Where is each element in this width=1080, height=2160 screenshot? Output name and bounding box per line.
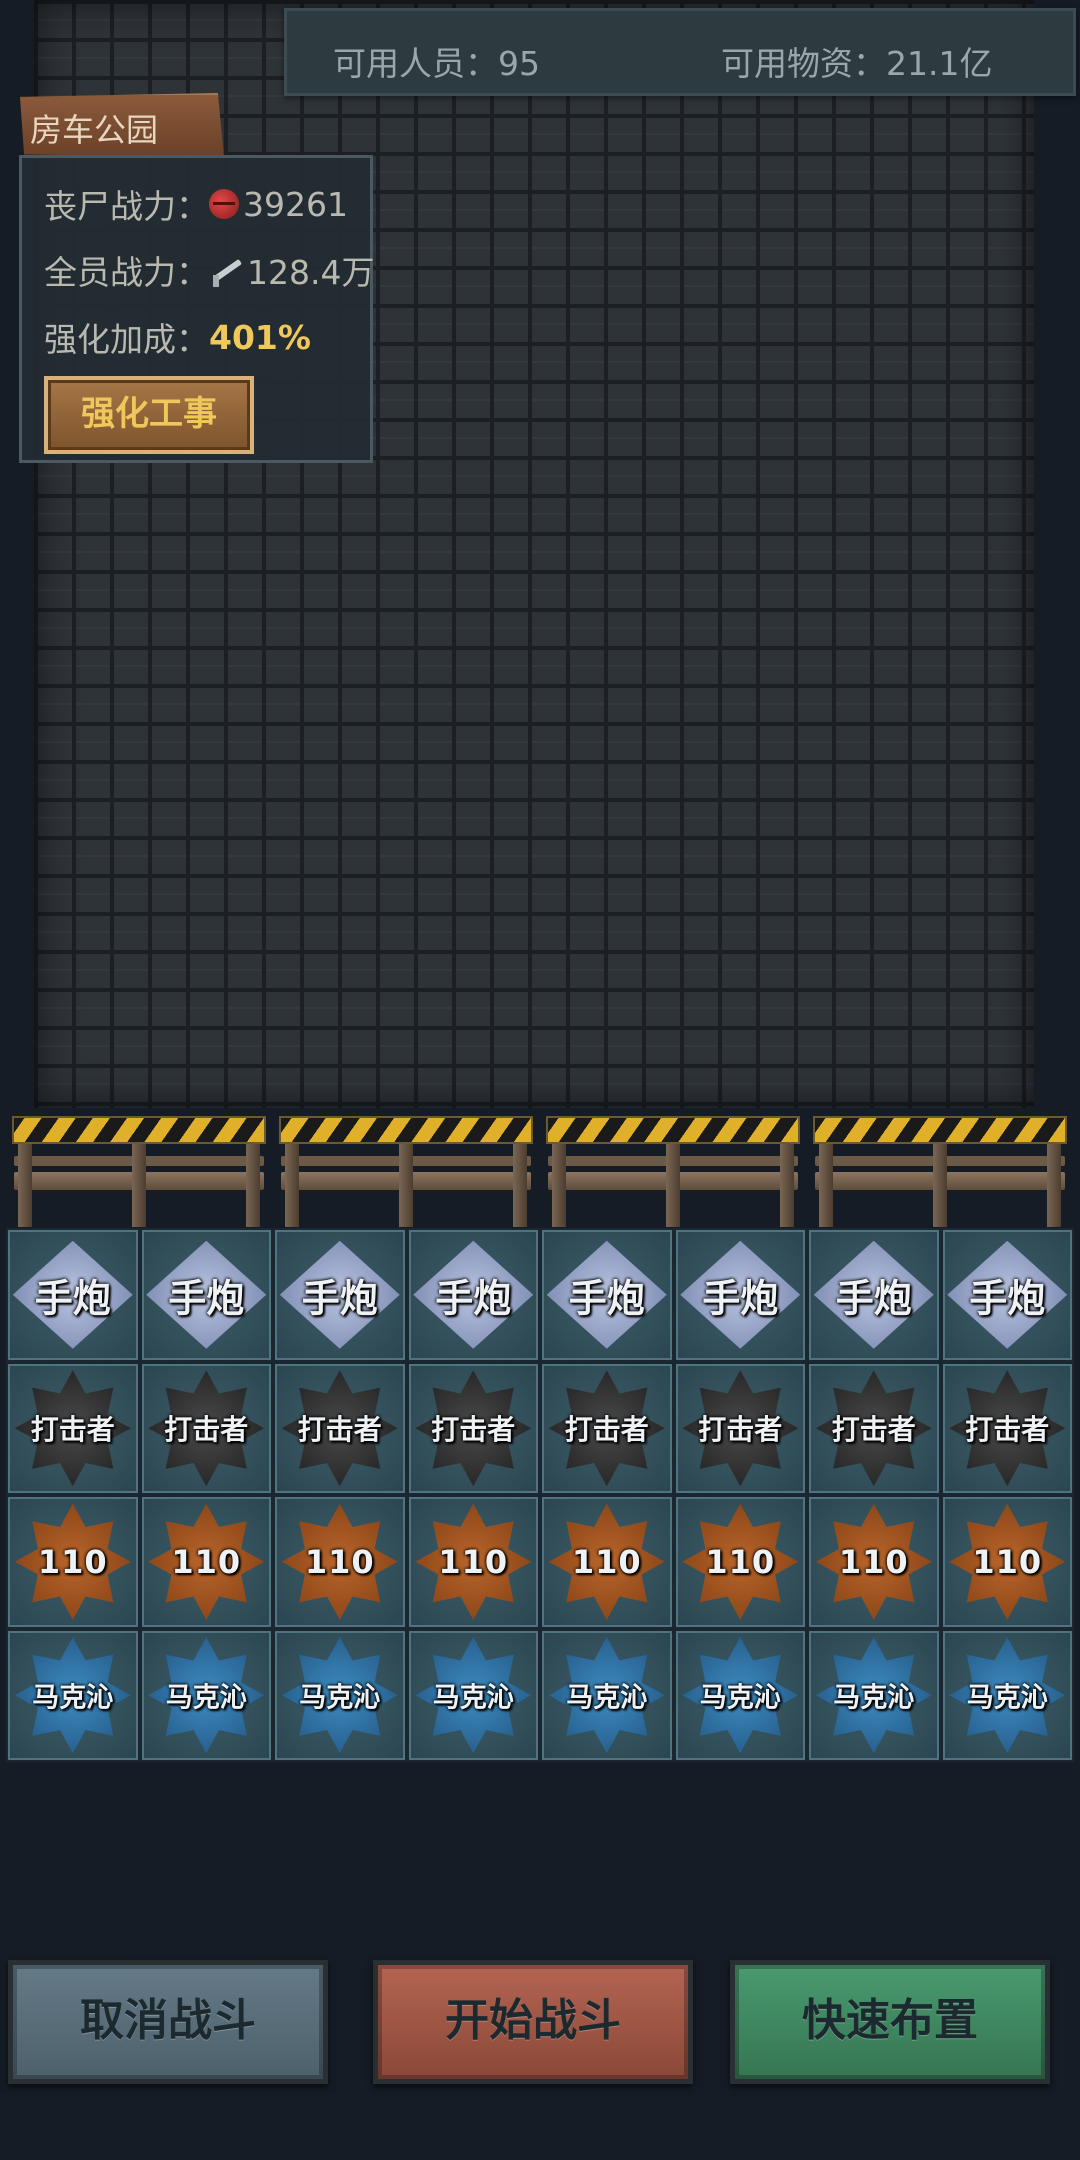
grid-cell[interactable]: 110 [807, 1495, 941, 1629]
personnel-resource: 可用人员：95 [333, 37, 540, 85]
unit-label: 马克沁 [165, 1682, 247, 1714]
grid-cell[interactable]: 打击者 [139, 1361, 273, 1495]
unit-label: 110 [571, 1542, 642, 1581]
supplies-resource: 可用物资：21.1亿 [721, 37, 992, 85]
grid-cell[interactable]: 打击者 [673, 1361, 807, 1495]
grid-cell[interactable]: 马克沁 [807, 1628, 941, 1762]
team-power-value: 128.4万 [247, 253, 375, 292]
unit-label: 110 [304, 1542, 375, 1581]
barricade [809, 1112, 1071, 1227]
unit-label: 手炮 [34, 1276, 111, 1321]
unit-label: 110 [838, 1542, 909, 1581]
unit-label: 打击者 [297, 1413, 382, 1447]
quick-deploy-button[interactable]: 快速布置 [730, 1960, 1050, 2084]
personnel-value: 95 [498, 44, 540, 83]
unit-label: 手炮 [702, 1276, 779, 1321]
supplies-label: 可用物资： [721, 44, 886, 83]
grid-cell[interactable]: 打击者 [273, 1361, 407, 1495]
unit-label: 110 [37, 1542, 108, 1581]
unit-label: 打击者 [431, 1413, 516, 1447]
unit-label: 110 [972, 1542, 1043, 1581]
zombie-head-icon [209, 189, 239, 219]
grid-cell[interactable]: 手炮 [6, 1228, 140, 1362]
grid-cell[interactable]: 打击者 [406, 1361, 540, 1495]
zombie-power-label: 丧尸战力： [44, 187, 209, 226]
resource-bar: 可用人员：95 可用物资：21.1亿 [284, 8, 1076, 96]
grid-cell[interactable]: 马克沁 [6, 1628, 140, 1762]
bonus-value: 401% [209, 317, 311, 357]
unit-label: 打击者 [30, 1413, 115, 1447]
team-power-label: 全员战力： [44, 253, 209, 292]
grid-cell[interactable]: 110 [940, 1495, 1074, 1629]
grid-cell[interactable]: 马克沁 [406, 1628, 540, 1762]
battle-info-panel: 丧尸战力： 39261 全员战力： 128.4万 强化加成： 401% 强化工事 [19, 155, 374, 463]
unit-label: 手炮 [435, 1276, 512, 1321]
zombie-power-value: 39261 [243, 184, 348, 224]
unit-label: 马克沁 [566, 1682, 648, 1714]
grid-cell[interactable]: 110 [673, 1495, 807, 1629]
zombie-power-row: 丧尸战力： 39261 [44, 180, 348, 228]
grid-cell[interactable]: 打击者 [807, 1361, 941, 1495]
unit-label: 手炮 [568, 1276, 645, 1321]
unit-label: 手炮 [301, 1276, 378, 1321]
grid-cell[interactable]: 手炮 [406, 1228, 540, 1362]
grid-cell[interactable]: 马克沁 [940, 1628, 1074, 1762]
grid-cell[interactable]: 110 [273, 1495, 407, 1629]
grid-cell[interactable]: 马克沁 [673, 1628, 807, 1762]
battle-setup-screen: 可用人员：95 可用物资：21.1亿 房车公园 丧尸战力： 39261 全员战力… [0, 0, 1080, 2160]
grid-cell[interactable]: 手炮 [807, 1228, 941, 1362]
grid-cell[interactable]: 马克沁 [273, 1628, 407, 1762]
unit-label: 马克沁 [299, 1682, 381, 1714]
unit-label: 打击者 [564, 1413, 649, 1447]
bonus-row: 强化加成： 401% [44, 313, 311, 361]
unit-label: 马克沁 [699, 1682, 781, 1714]
unit-label: 马克沁 [966, 1682, 1048, 1714]
grid-cell[interactable]: 手炮 [673, 1228, 807, 1362]
unit-label: 打击者 [831, 1413, 916, 1447]
grid-cell[interactable]: 手炮 [139, 1228, 273, 1362]
supplies-value: 21.1亿 [886, 44, 993, 83]
grid-cell[interactable]: 打击者 [6, 1361, 140, 1495]
cancel-battle-button[interactable]: 取消战斗 [8, 1960, 328, 2084]
unit-label: 手炮 [835, 1276, 912, 1321]
unit-deployment-grid: 手炮 手炮 手炮 手炮 手炮 手炮 手炮 手炮打击者 打击者 打击者 打击者 打击者 打击者 打击者 打击者… [6, 1228, 1074, 1762]
grid-cell[interactable]: 110 [540, 1495, 674, 1629]
unit-label: 马克沁 [432, 1682, 514, 1714]
bonus-label: 强化加成： [44, 320, 209, 359]
unit-label: 110 [438, 1542, 509, 1581]
personnel-label: 可用人员： [333, 44, 498, 83]
unit-label: 手炮 [168, 1276, 245, 1321]
unit-label: 马克沁 [833, 1682, 915, 1714]
unit-label: 手炮 [969, 1276, 1046, 1321]
barricade [542, 1112, 804, 1227]
location-tag: 房车公园 [20, 93, 224, 157]
reinforce-fortification-button[interactable]: 强化工事 [44, 376, 254, 454]
unit-label: 打击者 [164, 1413, 249, 1447]
barricade [275, 1112, 537, 1227]
unit-label: 110 [171, 1542, 242, 1581]
grid-cell[interactable]: 110 [139, 1495, 273, 1629]
grid-cell[interactable]: 打击者 [540, 1361, 674, 1495]
rifle-icon [209, 255, 243, 287]
barricade [8, 1112, 270, 1227]
unit-label: 马克沁 [32, 1682, 114, 1714]
unit-label: 110 [705, 1542, 776, 1581]
grid-cell[interactable]: 打击者 [940, 1361, 1074, 1495]
grid-cell[interactable]: 110 [6, 1495, 140, 1629]
team-power-row: 全员战力： 128.4万 [44, 246, 374, 294]
unit-label: 打击者 [698, 1413, 783, 1447]
grid-cell[interactable]: 手炮 [940, 1228, 1074, 1362]
barricade-row [8, 1112, 1074, 1227]
unit-label: 打击者 [965, 1413, 1050, 1447]
start-battle-button[interactable]: 开始战斗 [373, 1960, 693, 2084]
grid-cell[interactable]: 马克沁 [139, 1628, 273, 1762]
grid-cell[interactable]: 手炮 [273, 1228, 407, 1362]
grid-cell[interactable]: 110 [406, 1495, 540, 1629]
grid-cell[interactable]: 马克沁 [540, 1628, 674, 1762]
grid-cell[interactable]: 手炮 [540, 1228, 674, 1362]
